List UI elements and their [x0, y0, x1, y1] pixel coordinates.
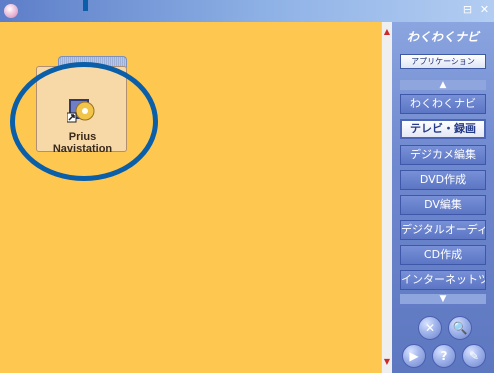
menu-item-cd-create[interactable]: CD作成 [400, 245, 486, 265]
scroll-up-arrow-icon[interactable]: ▲ [382, 27, 392, 37]
window-titlebar: ⊟ ✕ [0, 0, 494, 22]
sidebar-panel: わくわくナビ アプリケーション ▲ わくわくナビ テレビ・録画 デジカメ編集 D… [392, 22, 494, 373]
edit-icon[interactable]: ✎ [462, 344, 486, 368]
close-icon[interactable]: ✕ [418, 316, 442, 340]
scroll-down-arrow-icon[interactable]: ▼ [382, 357, 392, 367]
play-icon[interactable]: ▶ [402, 344, 426, 368]
minimize-button[interactable]: ⊟ [461, 3, 474, 16]
menu-item-wakuwaku-navi[interactable]: わくわくナビ [400, 94, 486, 114]
vertical-scrollbar[interactable]: ▲ ▼ [381, 22, 392, 373]
menu-item-tv-recording[interactable]: テレビ・録画 [400, 119, 486, 139]
content-area: Prius Navistation [0, 22, 381, 373]
applications-button[interactable]: アプリケーション [400, 54, 486, 69]
highlight-circle [10, 62, 158, 181]
menu-item-digital-audio[interactable]: デジタルオーディオ [400, 220, 486, 240]
pointer-marker [83, 0, 88, 11]
window-orb-icon [4, 4, 18, 18]
menu-item-dv-edit[interactable]: DV編集 [400, 195, 486, 215]
menu-scroll-down-icon[interactable]: ▼ [400, 294, 486, 304]
close-window-button[interactable]: ✕ [478, 3, 491, 16]
brand-logo: わくわくナビ [407, 30, 480, 44]
menu-item-internet-tools[interactable]: インターネットツール [400, 270, 486, 290]
search-icon[interactable]: 🔍 [448, 316, 472, 340]
help-icon[interactable]: ? [432, 344, 456, 368]
menu-item-dvd-create[interactable]: DVD作成 [400, 170, 486, 190]
menu-item-digicam-edit[interactable]: デジカメ編集 [400, 145, 486, 165]
menu-scroll-up-icon[interactable]: ▲ [400, 80, 486, 90]
